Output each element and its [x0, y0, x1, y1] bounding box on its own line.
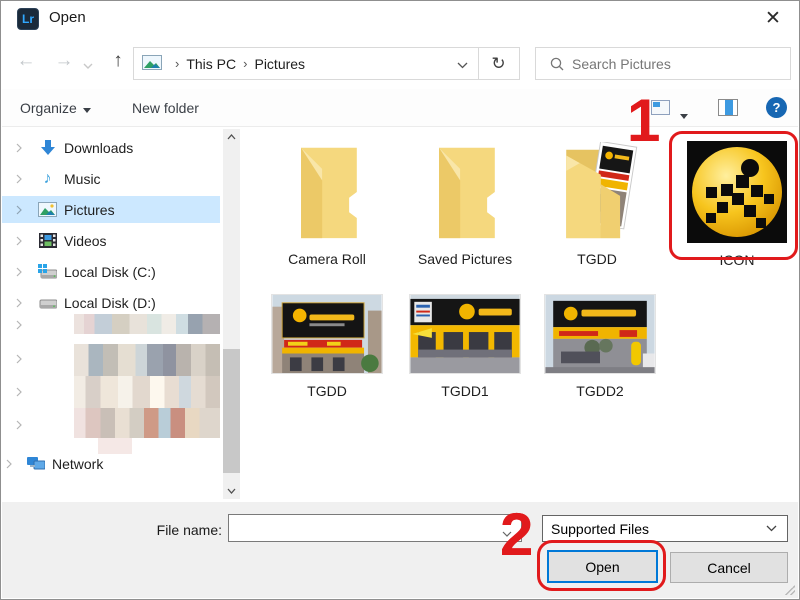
expand-chevron-icon[interactable]	[16, 140, 22, 156]
open-dialog: Lr Open ✕ ← → ↑ › This PC › Pictures ↻ S…	[0, 0, 800, 600]
censored-item	[74, 344, 220, 376]
navigation-bar: ← → ↑ › This PC › Pictures ↻	[1, 43, 799, 83]
file-camera-roll[interactable]: Camera Roll	[265, 142, 389, 267]
file-saved-pictures[interactable]: Saved Pictures	[403, 142, 527, 267]
open-button[interactable]: Open	[547, 550, 658, 583]
sidebar-scrollbar[interactable]	[223, 129, 240, 499]
back-button[interactable]: ←	[11, 43, 41, 79]
address-bar[interactable]: › This PC › Pictures	[133, 47, 479, 80]
scroll-up-icon[interactable]	[223, 129, 240, 145]
censored-item	[74, 408, 220, 438]
forward-icon: →	[54, 50, 74, 71]
expand-chevron-icon[interactable]	[16, 317, 22, 335]
organize-button[interactable]: Organize	[20, 89, 91, 127]
storefront-photo	[544, 294, 656, 374]
up-icon: ↑	[113, 50, 123, 71]
file-tgdd-photo[interactable]: TGDD	[265, 294, 389, 399]
sidebar-item-music[interactable]: ♪ Music	[2, 165, 220, 192]
pictures-icon	[38, 201, 57, 219]
recent-locations-chevron-icon[interactable]	[83, 57, 93, 75]
expand-chevron-icon[interactable]	[16, 351, 22, 369]
file-icon-image[interactable]: ICON	[675, 141, 799, 268]
storefront-photo	[271, 294, 383, 374]
file-tgdd-folder[interactable]: TGDD	[535, 140, 659, 267]
expand-chevron-icon[interactable]	[16, 295, 22, 311]
scroll-down-icon[interactable]	[223, 483, 240, 499]
videos-icon	[38, 232, 57, 250]
folder-icon	[439, 147, 495, 239]
views-caret-icon[interactable]	[680, 106, 688, 124]
sidebar-item-local-disk-d[interactable]: Local Disk (D:)	[2, 289, 220, 316]
annotation-step-2: 2	[500, 501, 534, 568]
title-bar: Lr Open ✕	[1, 1, 799, 35]
file-name-label: File name:	[156, 522, 222, 538]
close-icon[interactable]: ✕	[759, 5, 787, 31]
downloads-icon	[38, 139, 57, 157]
file-tgdd2-photo[interactable]: TGDD2	[538, 294, 662, 399]
dialog-footer: File name: Supported Files Open Cancel	[2, 502, 798, 598]
scrollbar-thumb[interactable]	[223, 349, 240, 473]
sidebar-item-downloads[interactable]: Downloads	[2, 134, 220, 161]
pictures-location-icon	[142, 54, 162, 73]
expand-chevron-icon[interactable]	[16, 202, 22, 218]
new-folder-button[interactable]: New folder	[132, 89, 199, 127]
sidebar-item-videos[interactable]: Videos	[2, 227, 220, 254]
preview-pane-icon	[725, 100, 733, 115]
help-icon: ?	[772, 100, 781, 115]
resize-grip[interactable]	[785, 585, 795, 595]
censored-item	[74, 376, 220, 408]
breadcrumb-pictures[interactable]: Pictures	[254, 56, 305, 72]
cancel-button[interactable]: Cancel	[670, 552, 788, 583]
refresh-icon: ↻	[491, 53, 506, 73]
file-tgdd1-photo[interactable]: TGDD1	[403, 294, 527, 399]
tgdd-logo-icon	[687, 141, 787, 243]
back-icon: ←	[16, 50, 36, 71]
address-dropdown-chevron-icon[interactable]	[457, 56, 468, 72]
up-button[interactable]: ↑	[103, 43, 133, 79]
forward-button[interactable]: →	[49, 43, 79, 79]
folder-icon	[301, 147, 357, 239]
censored-item	[74, 314, 220, 334]
drive-windows-icon	[38, 263, 57, 281]
search-icon	[550, 57, 564, 70]
expand-chevron-icon[interactable]	[16, 417, 22, 435]
music-icon: ♪	[43, 169, 52, 187]
folder-with-images-icon	[566, 140, 638, 239]
annotation-step-1: 1	[627, 87, 661, 154]
refresh-button[interactable]: ↻	[478, 47, 520, 80]
expand-chevron-icon[interactable]	[16, 264, 22, 280]
sidebar-item-local-disk-c[interactable]: Local Disk (C:)	[2, 258, 220, 285]
lightroom-app-icon: Lr	[17, 8, 39, 30]
help-button[interactable]: ?	[766, 97, 787, 118]
preview-pane-button[interactable]	[718, 99, 738, 116]
expand-chevron-icon[interactable]	[16, 171, 22, 187]
sidebar-item-pictures[interactable]: Pictures	[2, 196, 220, 223]
file-type-filter-dropdown[interactable]: Supported Files	[542, 515, 788, 542]
breadcrumb-this-pc[interactable]: This PC	[186, 56, 236, 72]
organize-caret-icon	[82, 100, 91, 116]
storefront-photo	[409, 294, 521, 374]
dialog-body: Downloads ♪ Music Pictures Videos Local …	[2, 128, 798, 502]
sidebar-item-network[interactable]: Network	[2, 450, 220, 477]
expand-chevron-icon[interactable]	[16, 384, 22, 402]
drive-icon	[38, 294, 57, 312]
search-box[interactable]	[535, 47, 791, 80]
filter-chevron-icon	[766, 525, 777, 532]
expand-chevron-icon[interactable]	[16, 233, 22, 249]
file-name-input[interactable]	[228, 514, 522, 542]
network-icon	[26, 455, 45, 473]
window-title: Open	[49, 9, 86, 26]
command-toolbar: Organize New folder ?	[2, 89, 798, 127]
search-input[interactable]	[572, 55, 762, 72]
expand-chevron-icon[interactable]	[6, 456, 12, 472]
